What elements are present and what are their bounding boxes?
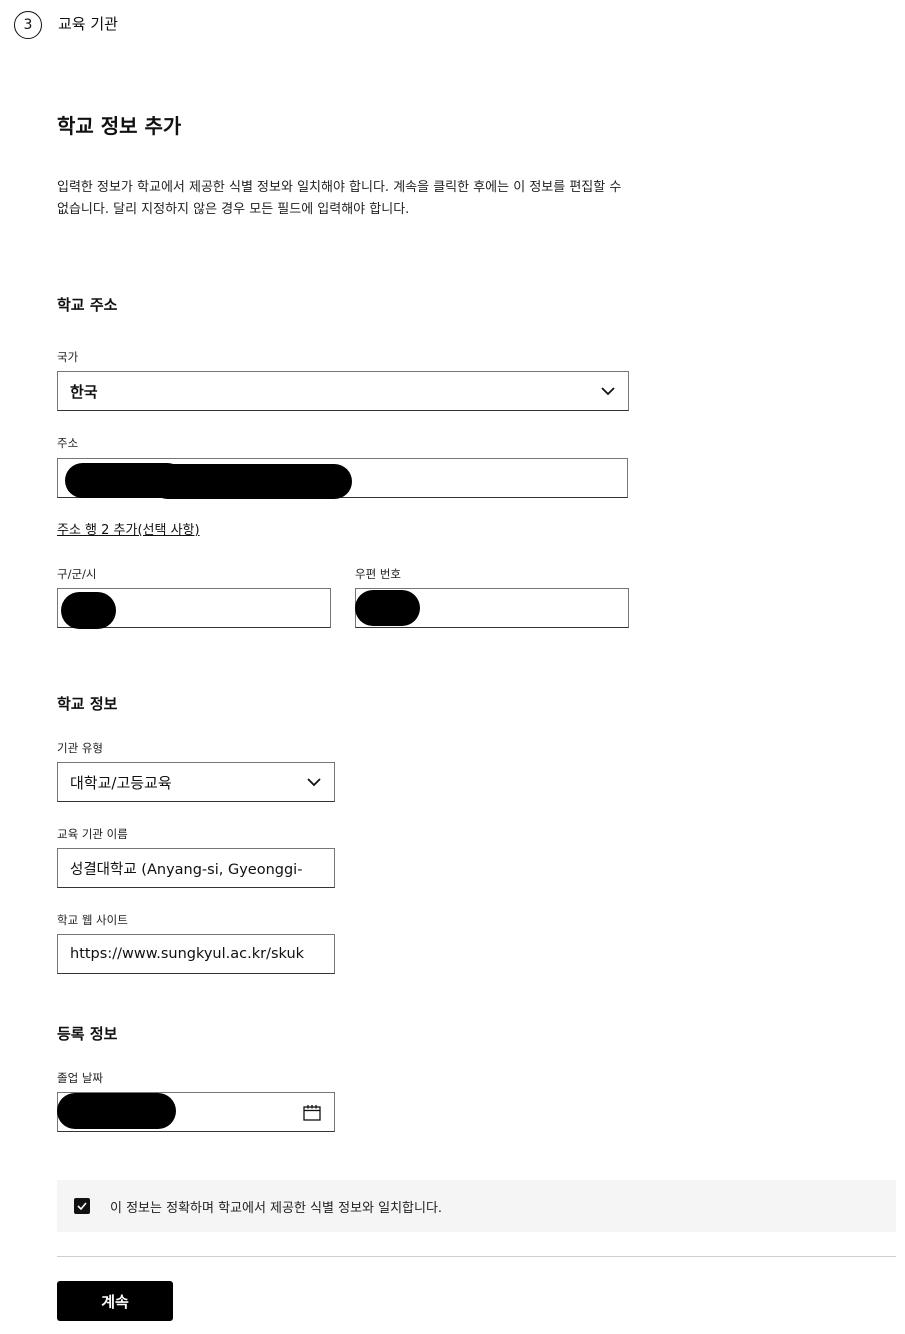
check-icon xyxy=(77,1202,87,1210)
page-title: 학교 정보 추가 xyxy=(57,114,182,138)
confirmation-panel: 이 정보는 정확하며 학교에서 제공한 식별 정보와 일치합니다. xyxy=(57,1180,896,1232)
institution-name-input[interactable]: 성결대학교 (Anyang-si, Gyeonggi- xyxy=(57,848,335,888)
school-website-value: https://www.sungkyul.ac.kr/skuk xyxy=(70,946,305,962)
institution-type-label: 기관 유형 xyxy=(57,741,103,755)
institution-name-label: 교육 기관 이름 xyxy=(57,827,128,841)
city-label: 구/군/시 xyxy=(57,567,97,581)
redaction-mark xyxy=(61,592,116,629)
divider xyxy=(57,1256,896,1257)
graduation-date-label: 졸업 날짜 xyxy=(57,1071,103,1085)
step-title: 교육 기관 xyxy=(58,15,118,33)
chevron-down-icon xyxy=(600,383,616,399)
institution-type-value: 대학교/고등교육 xyxy=(70,773,172,792)
school-section-heading: 학교 정보 xyxy=(57,695,118,713)
chevron-down-icon xyxy=(306,774,322,790)
enrollment-section-heading: 등록 정보 xyxy=(57,1025,118,1043)
country-label: 국가 xyxy=(57,350,79,364)
country-value: 한국 xyxy=(70,382,98,401)
address-label: 주소 xyxy=(57,436,79,450)
page-description: 입력한 정보가 학교에서 제공한 식별 정보와 일치해야 합니다. 계속을 클릭… xyxy=(57,180,622,217)
redaction-mark xyxy=(355,590,420,626)
redaction-mark xyxy=(150,464,352,499)
zip-label: 우편 번호 xyxy=(355,567,401,581)
calendar-icon[interactable] xyxy=(302,1104,322,1121)
add-address-line-link[interactable]: 주소 행 2 추가(선택 사항) xyxy=(57,519,200,538)
school-website-input[interactable]: https://www.sungkyul.ac.kr/skuk xyxy=(57,934,335,974)
redaction-mark xyxy=(57,1093,176,1129)
school-website-label: 학교 웹 사이트 xyxy=(57,913,128,927)
step-number-badge: 3 xyxy=(14,11,42,39)
continue-button[interactable]: 계속 xyxy=(57,1281,173,1321)
institution-name-value: 성결대학교 (Anyang-si, Gyeonggi- xyxy=(70,861,303,878)
institution-type-select[interactable]: 대학교/고등교육 xyxy=(57,762,335,802)
confirm-text: 이 정보는 정확하며 학교에서 제공한 식별 정보와 일치합니다. xyxy=(110,1200,443,1216)
address-section-heading: 학교 주소 xyxy=(57,296,118,314)
country-select[interactable]: 한국 xyxy=(57,371,629,411)
confirm-checkbox[interactable] xyxy=(74,1198,90,1214)
